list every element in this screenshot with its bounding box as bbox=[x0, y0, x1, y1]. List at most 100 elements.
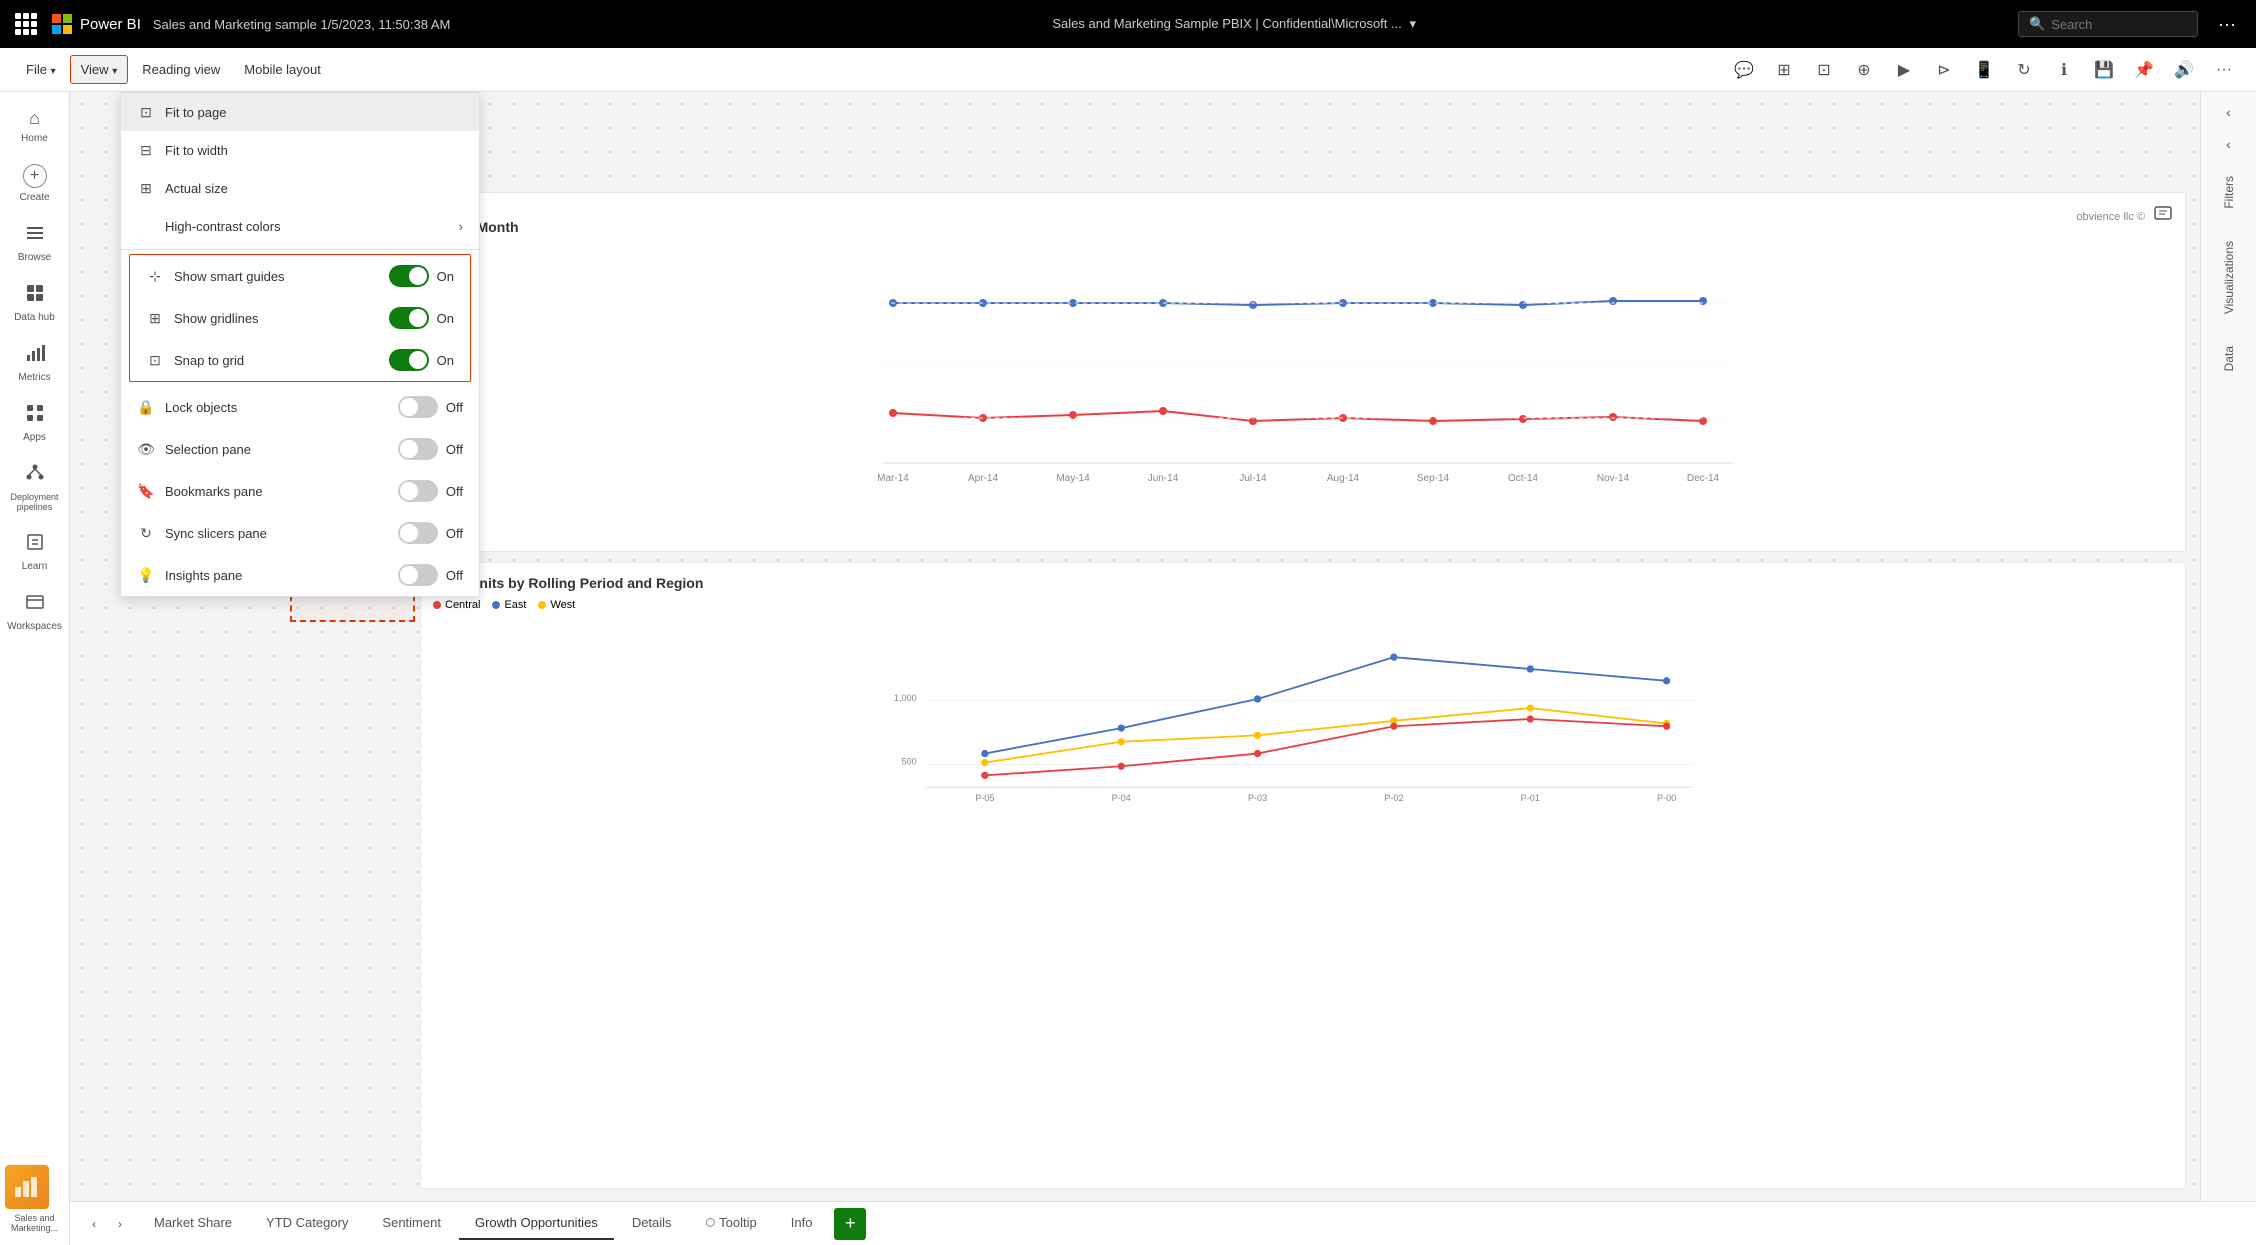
sidebar-item-deployment[interactable]: Deployment pipelines bbox=[4, 455, 66, 520]
comment-button[interactable] bbox=[2153, 205, 2173, 228]
search-input[interactable] bbox=[2051, 17, 2171, 32]
sidebar-thumbnail[interactable]: Sales and Marketing... bbox=[5, 1165, 65, 1233]
chart-total-units[interactable]: Total Units by Rolling Period and Region… bbox=[420, 562, 2186, 1189]
insights-toggle[interactable]: Off bbox=[398, 564, 463, 586]
bookmarks-pane-item[interactable]: 🔖 Bookmarks pane Off bbox=[121, 470, 479, 512]
mobile-layout-menu[interactable]: Mobile layout bbox=[234, 56, 331, 83]
format-icon[interactable]: ⊞ bbox=[1768, 54, 1800, 86]
speaker-icon[interactable]: 🔊 bbox=[2168, 54, 2200, 86]
toggle-knob bbox=[400, 398, 418, 416]
tab-sentiment[interactable]: Sentiment bbox=[366, 1207, 457, 1240]
next-tab-button[interactable]: › bbox=[108, 1212, 132, 1236]
reading-view-menu[interactable]: Reading view bbox=[132, 56, 230, 83]
chart-top-svg: Mar-14 Apr-14 May-14 Jun-14 Jul-14 Aug-1… bbox=[433, 243, 2173, 523]
selection-pane-item[interactable]: 👁 Selection pane Off bbox=[121, 428, 479, 470]
workspaces-icon bbox=[25, 592, 45, 617]
fit-to-page-item[interactable]: ⊡ Fit to page bbox=[121, 93, 479, 131]
svg-text:Oct-14: Oct-14 bbox=[1508, 473, 1538, 484]
toggle-knob bbox=[400, 482, 418, 500]
lock-objects-item[interactable]: 🔒 Lock objects Off bbox=[121, 386, 479, 428]
bookmarks-toggle-switch[interactable] bbox=[398, 480, 438, 502]
smart-guides-toggle-switch[interactable] bbox=[389, 265, 429, 287]
more-icon[interactable]: ⊡ bbox=[1808, 54, 1840, 86]
info-icon[interactable]: ℹ bbox=[2048, 54, 2080, 86]
snap-icon: ⊡ bbox=[146, 351, 164, 369]
sidebar-item-datahub[interactable]: Data hub bbox=[4, 275, 66, 331]
svg-text:Apr-14: Apr-14 bbox=[968, 473, 998, 484]
more-options-icon[interactable]: ··· bbox=[2210, 14, 2244, 35]
chart-legend: Central East West bbox=[433, 599, 2173, 611]
selection-toggle[interactable]: Off bbox=[398, 438, 463, 460]
tab-ytd-category[interactable]: YTD Category bbox=[250, 1207, 364, 1240]
sidebar-item-metrics[interactable]: Metrics bbox=[4, 335, 66, 391]
bookmarks-toggle[interactable]: Off bbox=[398, 480, 463, 502]
add-tab-button[interactable]: + bbox=[834, 1208, 866, 1240]
learn-icon bbox=[25, 532, 45, 557]
data-tab[interactable]: Data bbox=[2216, 338, 2242, 379]
snap-toggle[interactable]: On bbox=[389, 349, 454, 371]
topbar-logo: Power BI bbox=[52, 14, 141, 34]
search-box[interactable]: 🔍 bbox=[2018, 11, 2198, 37]
smart-guides-toggle[interactable]: On bbox=[389, 265, 454, 287]
visualizations-tab[interactable]: Visualizations bbox=[2216, 233, 2242, 322]
save-icon[interactable]: 💾 bbox=[2088, 54, 2120, 86]
insights-icon: 💡 bbox=[137, 566, 155, 584]
sync-slicers-item[interactable]: ↻ Sync slicers pane Off bbox=[121, 512, 479, 554]
view-menu[interactable]: View ▾ bbox=[70, 55, 129, 84]
filters-tab[interactable]: Filters bbox=[2216, 168, 2242, 217]
smart-guides-item[interactable]: ⊹ Show smart guides On bbox=[130, 255, 470, 297]
copy-icon[interactable]: ⊕ bbox=[1848, 54, 1880, 86]
toggle-knob bbox=[400, 566, 418, 584]
lock-toggle-switch[interactable] bbox=[398, 396, 438, 418]
snap-to-grid-item[interactable]: ⊡ Snap to grid On bbox=[130, 339, 470, 381]
menubar-right: 💬 ⊞ ⊡ ⊕ ▶ ⊳ 📱 ↻ ℹ 💾 📌 🔊 ··· bbox=[1728, 54, 2240, 86]
gridlines-toggle[interactable]: On bbox=[389, 307, 454, 329]
high-contrast-item[interactable]: High-contrast colors › bbox=[121, 207, 479, 245]
sidebar-item-workspaces[interactable]: Workspaces bbox=[4, 584, 66, 640]
insights-toggle-switch[interactable] bbox=[398, 564, 438, 586]
sync-toggle-switch[interactable] bbox=[398, 522, 438, 544]
sidebar-item-learn[interactable]: Learn bbox=[4, 524, 66, 580]
sidebar-item-browse[interactable]: Browse bbox=[4, 215, 66, 271]
svg-text:Nov-14: Nov-14 bbox=[1597, 473, 1630, 484]
pin-icon[interactable]: 📌 bbox=[2128, 54, 2160, 86]
insights-pane-item[interactable]: 💡 Insights pane Off bbox=[121, 554, 479, 596]
sidebar-item-apps[interactable]: Apps bbox=[4, 395, 66, 451]
tab-growth-opportunities[interactable]: Growth Opportunities bbox=[459, 1207, 614, 1240]
collapse-filters-button[interactable]: ‹ bbox=[2226, 104, 2231, 120]
snap-toggle-switch[interactable] bbox=[389, 349, 429, 371]
actual-size-item[interactable]: ⊞ Actual size bbox=[121, 169, 479, 207]
collapse-viz-button[interactable]: ‹ bbox=[2226, 136, 2231, 152]
tab-tooltip[interactable]: ⬡ Tooltip bbox=[690, 1207, 773, 1240]
tab-market-share[interactable]: Market Share bbox=[138, 1207, 248, 1240]
file-menu[interactable]: File ▾ bbox=[16, 56, 66, 83]
overflow-icon[interactable]: ··· bbox=[2208, 54, 2240, 86]
tab-details[interactable]: Details bbox=[616, 1207, 688, 1240]
bookmarks-icon: 🔖 bbox=[137, 482, 155, 500]
lock-toggle[interactable]: Off bbox=[398, 396, 463, 418]
comment-icon[interactable]: 💬 bbox=[1728, 54, 1760, 86]
guides-section: ⊹ Show smart guides On ⊞ Show gridlines bbox=[129, 254, 471, 382]
present-icon[interactable]: ▶ bbox=[1888, 54, 1920, 86]
gridlines-item[interactable]: ⊞ Show gridlines On bbox=[130, 297, 470, 339]
present2-icon[interactable]: ⊳ bbox=[1928, 54, 1960, 86]
apps-grid-button[interactable] bbox=[12, 10, 40, 38]
selection-toggle-switch[interactable] bbox=[398, 438, 438, 460]
chart-bottom-svg: 500 1,000 bbox=[433, 619, 2173, 819]
sidebar-item-home[interactable]: ⌂ Home bbox=[4, 100, 66, 152]
metrics-icon bbox=[25, 343, 45, 368]
sidebar-item-create[interactable]: + Create bbox=[4, 156, 66, 211]
sync-toggle[interactable]: Off bbox=[398, 522, 463, 544]
svg-text:P-00: P-00 bbox=[1657, 793, 1676, 803]
gridlines-toggle-switch[interactable] bbox=[389, 307, 429, 329]
refresh-icon[interactable]: ↻ bbox=[2008, 54, 2040, 86]
fit-to-width-item[interactable]: ⊟ Fit to width bbox=[121, 131, 479, 169]
datahub-icon bbox=[25, 283, 45, 308]
chart-ms-by-month[interactable]: Analysis Ms by Month obvience llc © bbox=[420, 192, 2186, 552]
svg-text:Aug-14: Aug-14 bbox=[1327, 473, 1360, 484]
east-dot bbox=[492, 601, 500, 609]
tab-info[interactable]: Info bbox=[775, 1207, 829, 1240]
phone-icon[interactable]: 📱 bbox=[1968, 54, 2000, 86]
prev-tab-button[interactable]: ‹ bbox=[82, 1212, 106, 1236]
svg-text:1,000: 1,000 bbox=[894, 693, 917, 703]
